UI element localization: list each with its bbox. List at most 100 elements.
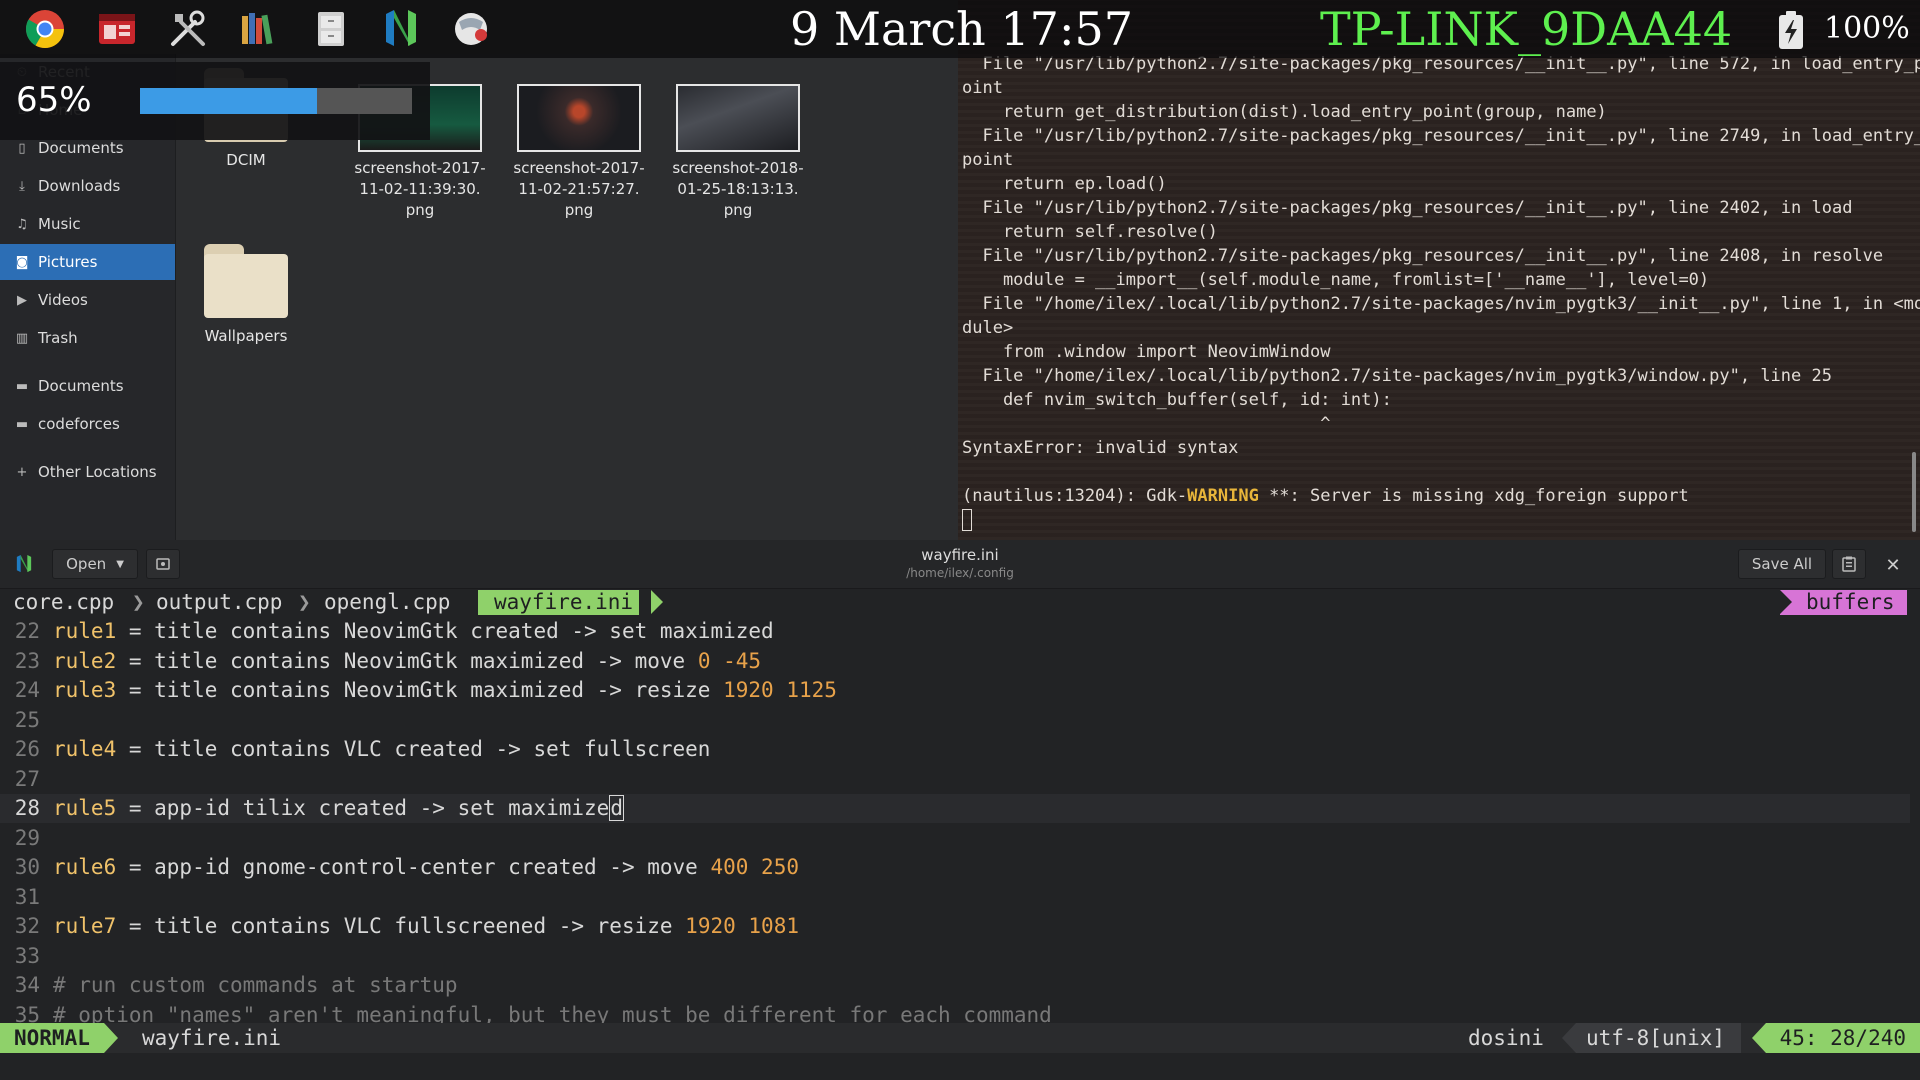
- window-title: wayfire.ini: [921, 546, 999, 564]
- code-line[interactable]: 32 rule7 = title contains VLC fullscreene…: [0, 912, 1910, 941]
- terminal-output: File "/usr/lib/python2.7/site-packages/p…: [962, 52, 1920, 532]
- sidebar-item-trash[interactable]: ▥ Trash: [0, 320, 175, 356]
- sidebar-item-codeforces[interactable]: ▬ codeforces: [0, 406, 175, 442]
- close-icon[interactable]: ✕: [1878, 550, 1908, 580]
- buffer-tab[interactable]: core.cpp: [13, 588, 114, 617]
- volume-bar: [140, 88, 412, 114]
- volume-osd: 65%: [0, 62, 430, 140]
- buffers-label: buffers: [1780, 590, 1907, 615]
- open-button[interactable]: Open ▼: [52, 549, 138, 579]
- line-text: rule1 = title contains NeovimGtk created…: [53, 619, 774, 643]
- volume-percent: 65%: [16, 80, 92, 120]
- terminal-warning-line: (nautilus:13204): Gdk-WARNING **: Server…: [962, 484, 1912, 508]
- sidebar-item-videos[interactable]: ▶ Videos: [0, 282, 175, 318]
- line-text: rule4 = title contains VLC created -> se…: [53, 737, 711, 761]
- clipboard-icon: [1842, 556, 1856, 572]
- terminal-line: oint: [962, 78, 1003, 98]
- file-item[interactable]: screenshot-2017- 11-02-21:57:27. png: [509, 84, 649, 221]
- sidebar-item-other-locations[interactable]: + Other Locations: [0, 454, 175, 490]
- clock[interactable]: 9 March 17:57: [790, 0, 1133, 58]
- terminal-line: File "/usr/lib/python2.7/site-packages/p…: [962, 198, 1853, 218]
- neovim-icon[interactable]: [380, 8, 422, 50]
- line-number: 32: [14, 914, 40, 938]
- pin-button[interactable]: [146, 549, 180, 579]
- chevron-down-icon: ▼: [116, 558, 124, 570]
- code-line[interactable]: 26 rule4 = title contains VLC created -> …: [0, 735, 1910, 764]
- sidebar-item-music[interactable]: ♫ Music: [0, 206, 175, 242]
- code-line[interactable]: 22 rule1 = title contains NeovimGtk creat…: [0, 617, 1910, 646]
- neovim-logo-icon: [16, 554, 32, 573]
- terminal-line: ^: [962, 414, 1331, 434]
- sidebar-item-label: Trash: [38, 329, 78, 347]
- code-line[interactable]: 31: [0, 883, 1910, 912]
- status-filetype: dosini: [1468, 1026, 1544, 1050]
- code-line[interactable]: 28 rule5 = app-id tilix created -> set ma…: [0, 794, 1910, 823]
- save-all-button[interactable]: Save All: [1738, 549, 1826, 579]
- code-line[interactable]: 23 rule2 = title contains NeovimGtk maxim…: [0, 647, 1910, 676]
- terminal-cursor: [962, 509, 972, 531]
- sidebar-item-label: codeforces: [38, 415, 120, 433]
- line-number: 23: [14, 648, 40, 673]
- warning-word: WARNING: [1187, 486, 1259, 506]
- encoding-separator: [1562, 1023, 1576, 1053]
- position-separator: [1752, 1023, 1766, 1053]
- terminal-scrollbar[interactable]: [1912, 452, 1916, 532]
- sidebar-item-documents[interactable]: ▬ Documents: [0, 368, 175, 404]
- line-text: rule7 = title contains VLC fullscreened …: [53, 914, 799, 938]
- file-name-line: png: [405, 201, 435, 219]
- tools-icon[interactable]: [167, 8, 209, 50]
- tab-separator-icon: ❯: [298, 590, 311, 614]
- globe-icon[interactable]: [450, 8, 492, 50]
- terminal-line: return get_distribution(dist).load_entry…: [962, 102, 1607, 122]
- terminal-prompt[interactable]: [962, 508, 1912, 532]
- terminal-line: point: [962, 150, 1014, 170]
- folder-icon: ▬: [15, 378, 29, 394]
- status-filename: wayfire.ini: [142, 1026, 282, 1050]
- line-number: 28: [14, 796, 40, 820]
- warning-prefix: (nautilus:13204): Gdk-: [962, 486, 1188, 506]
- active-tab-arrow: [651, 590, 663, 614]
- file-cabinet-icon[interactable]: [310, 8, 352, 50]
- pin-icon: [156, 558, 170, 570]
- code-line[interactable]: 34 # run custom commands at startup: [0, 971, 1910, 1000]
- chrome-icon[interactable]: [24, 8, 66, 50]
- terminal-line: return self.resolve(): [962, 222, 1218, 242]
- line-number: 26: [14, 737, 40, 761]
- code-line[interactable]: 24 rule3 = title contains NeovimGtk maxim…: [0, 676, 1910, 705]
- code-line[interactable]: 25: [0, 706, 1910, 735]
- buffer-tab[interactable]: opengl.cpp: [324, 588, 450, 617]
- camera-icon: ◙: [15, 254, 29, 270]
- folder-item[interactable]: Wallpapers: [176, 244, 316, 347]
- vim-statusline: NORMAL wayfire.ini dosini utf-8[unix] 45…: [0, 1023, 1920, 1053]
- sidebar-item-label: Videos: [38, 291, 88, 309]
- file-name: DCIM: [226, 151, 266, 169]
- sidebar-item-label: Documents: [38, 377, 124, 395]
- sidebar-item-pictures[interactable]: ◙ Pictures: [0, 244, 175, 280]
- sidebar-item-label: Downloads: [38, 177, 121, 195]
- clipboard-button[interactable]: [1832, 549, 1866, 579]
- code-line[interactable]: 27: [0, 765, 1910, 794]
- red-window-icon[interactable]: [96, 8, 138, 50]
- code-line[interactable]: 33: [0, 942, 1910, 971]
- document-icon: ▯: [18, 140, 26, 156]
- editor-window: Open ▼ wayfire.ini /home/ilex/.config Sa…: [0, 540, 1920, 1080]
- warning-message: **: Server is missing xdg_foreign suppor…: [1258, 486, 1689, 506]
- file-name-line: png: [564, 201, 594, 219]
- line-text: # run custom commands at startup: [53, 973, 458, 997]
- code-line[interactable]: 30 rule6 = app-id gnome-control-center cr…: [0, 853, 1910, 882]
- sidebar-item-label: Documents: [38, 139, 124, 157]
- books-icon[interactable]: [237, 8, 279, 50]
- active-buffer-tab[interactable]: wayfire.ini: [478, 590, 640, 615]
- buffer-tab[interactable]: output.cpp: [156, 588, 282, 617]
- file-name-line: png: [723, 201, 753, 219]
- terminal-window[interactable]: File "/usr/lib/python2.7/site-packages/p…: [958, 0, 1920, 540]
- terminal-line: File "/home/ilex/.local/lib/python2.7/si…: [962, 366, 1832, 386]
- wifi-network-name[interactable]: TP-LINK_9DAA44: [1320, 0, 1732, 58]
- sidebar-item-downloads[interactable]: ⤓ Downloads: [0, 168, 175, 204]
- image-thumbnail: [517, 84, 641, 152]
- file-item[interactable]: screenshot-2018- 01-25-18:13:13. png: [668, 84, 808, 221]
- line-number: 25: [14, 707, 40, 732]
- battery-icon[interactable]: [1776, 10, 1806, 50]
- code-line[interactable]: 29: [0, 824, 1910, 853]
- file-name: Wallpapers: [204, 327, 288, 345]
